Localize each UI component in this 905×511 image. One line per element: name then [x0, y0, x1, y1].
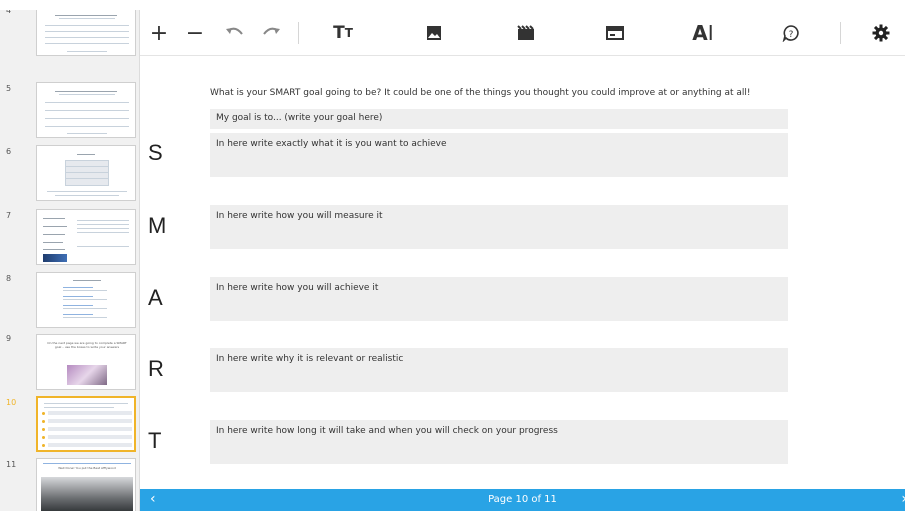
page-indicator: Page 10 of 11	[488, 494, 557, 505]
slide-item-9[interactable]: 9 On the next page we are going to compl…	[0, 332, 139, 392]
slide-item-11[interactable]: 11 Well Done! You put the Best Afflywood	[0, 456, 139, 511]
slide-number: 11	[6, 460, 17, 469]
smart-letter-s: S	[148, 140, 163, 165]
slide-item-4[interactable]: 4	[0, 2, 139, 60]
next-page-button[interactable]: ›	[901, 491, 905, 507]
image-icon[interactable]	[424, 16, 444, 50]
smart-letter-a: A	[148, 285, 163, 310]
slide-sidebar[interactable]: 4 5 6 7 8 9 On the next page we are goin…	[0, 0, 140, 511]
timely-input[interactable]: In here write how long it will take and …	[210, 420, 788, 464]
slide-number: 8	[6, 274, 12, 283]
add-icon[interactable]: +	[148, 16, 170, 50]
undo-icon[interactable]	[222, 16, 246, 50]
smart-letter-t: T	[148, 428, 162, 453]
slide-thumbnail[interactable]	[36, 145, 136, 201]
slide-thumbnail-active[interactable]	[36, 396, 136, 452]
toolbar-divider	[298, 22, 299, 44]
slide-caption: On the next page we are going to complet…	[47, 341, 127, 349]
slide-number: 7	[6, 211, 12, 220]
goal-input[interactable]: My goal is to... (write your goal here)	[210, 109, 788, 129]
text-size-icon[interactable]: TT	[330, 16, 356, 50]
slide-thumbnail[interactable]	[36, 82, 136, 138]
slide-item-6[interactable]: 6	[0, 143, 139, 203]
measurable-input[interactable]: In here write how you will measure it	[210, 205, 788, 249]
achievable-input[interactable]: In here write how you will achieve it	[210, 277, 788, 321]
slide-number: 10	[6, 398, 17, 407]
video-icon[interactable]	[516, 16, 536, 50]
editor-toolbar: + − TT AI ?	[140, 10, 905, 56]
slide-item-7[interactable]: 7	[0, 207, 139, 267]
text-cursor-icon[interactable]: AI	[688, 16, 718, 50]
page-navigation-bar: ‹ Page 10 of 11 ›	[140, 489, 905, 511]
slide-item-10[interactable]: 10	[0, 394, 139, 454]
smart-letter-m: M	[148, 213, 167, 238]
slide-number: 6	[6, 147, 12, 156]
slide-number: 9	[6, 334, 12, 343]
question-text: What is your SMART goal going to be? It …	[210, 88, 751, 98]
relevant-input[interactable]: In here write why it is relevant or real…	[210, 348, 788, 392]
svg-text:?: ?	[789, 30, 794, 40]
slide-number: 5	[6, 84, 12, 93]
help-icon[interactable]: ?	[780, 16, 802, 50]
toolbar-divider	[840, 22, 841, 44]
app-window: 4 5 6 7 8 9 On the next page we are goin…	[0, 0, 905, 511]
slide-item-8[interactable]: 8	[0, 270, 139, 330]
slide-thumbnail[interactable]	[36, 272, 136, 328]
redo-icon[interactable]	[260, 16, 284, 50]
slide-thumbnail[interactable]: On the next page we are going to complet…	[36, 334, 136, 390]
slide-thumbnail[interactable]	[36, 2, 136, 56]
slide-thumbnail[interactable]: Well Done! You put the Best Afflywood	[36, 458, 136, 511]
remove-icon[interactable]: −	[184, 16, 206, 50]
slide-canvas: What is your SMART goal going to be? It …	[140, 56, 905, 489]
slide-caption: Well Done! You put the Best Afflywood	[58, 466, 116, 470]
top-strip	[0, 0, 905, 10]
smart-letter-r: R	[148, 356, 164, 381]
settings-icon[interactable]	[870, 16, 892, 50]
slide-item-5[interactable]: 5	[0, 80, 139, 140]
slide-thumbnail[interactable]	[36, 209, 136, 265]
layout-icon[interactable]	[604, 16, 626, 50]
specific-input[interactable]: In here write exactly what it is you wan…	[210, 133, 788, 177]
